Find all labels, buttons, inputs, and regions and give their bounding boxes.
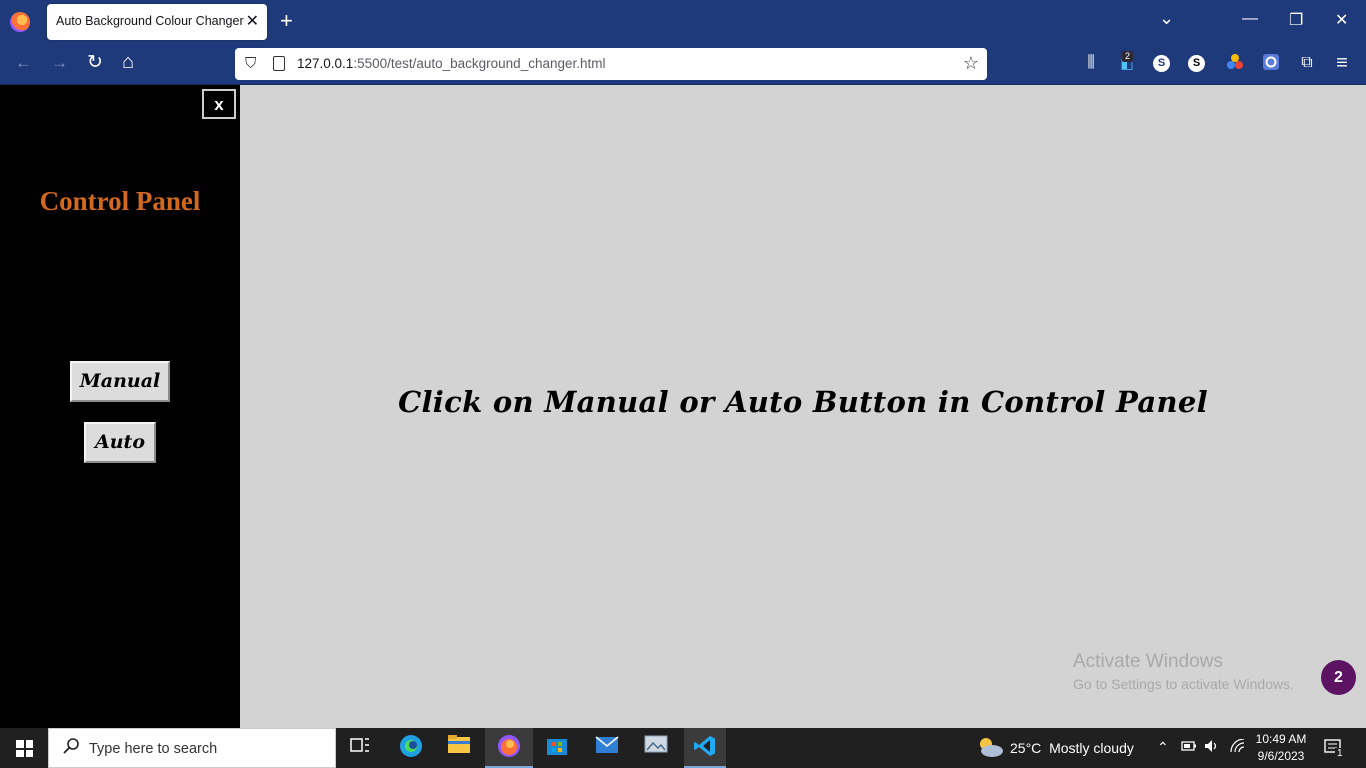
- windows-taskbar: Type here to search 25°C Mostly cloudy ⌃: [0, 728, 1366, 768]
- manual-button[interactable]: Manual: [70, 361, 170, 402]
- taskbar-search-box[interactable]: Type here to search: [48, 728, 336, 768]
- list-all-tabs-icon[interactable]: ⌄: [1159, 8, 1174, 29]
- wifi-icon[interactable]: [1230, 738, 1246, 756]
- windows-start-icon[interactable]: [16, 740, 33, 757]
- taskbar-item-vscode[interactable]: [684, 728, 726, 768]
- close-panel-button[interactable]: x: [202, 89, 236, 119]
- search-placeholder: Type here to search: [89, 741, 218, 757]
- extension-colorful-icon[interactable]: [1225, 53, 1245, 73]
- mail-icon[interactable]: [592, 734, 622, 762]
- close-window-button[interactable]: ✕: [1335, 10, 1348, 30]
- firefox-taskbar-icon: [494, 734, 524, 762]
- new-tab-button[interactable]: +: [280, 9, 293, 33]
- floating-count-badge[interactable]: 2: [1321, 660, 1356, 695]
- activate-windows-watermark: Activate Windows Go to Settings to activ…: [1073, 651, 1294, 692]
- vscode-icon: [690, 734, 720, 762]
- url-path: :5500/test/auto_background_changer.html: [353, 56, 606, 71]
- battery-icon[interactable]: [1181, 739, 1197, 756]
- restore-button[interactable]: ❐: [1289, 10, 1303, 30]
- taskbar-item-firefox[interactable]: [485, 728, 533, 768]
- auto-button[interactable]: Auto: [84, 422, 156, 463]
- extension-s-icon[interactable]: S: [1153, 55, 1170, 72]
- volume-icon[interactable]: [1204, 739, 1220, 756]
- activate-subtitle: Go to Settings to activate Windows.: [1073, 676, 1294, 692]
- url-host: 127.0.0.1: [297, 56, 354, 71]
- weather-temp: 25°C: [1010, 740, 1042, 756]
- control-panel-sidebar: x Control Panel Manual Auto: [0, 85, 240, 728]
- tab-title: Auto Background Colour Changer: [56, 14, 244, 28]
- show-hidden-icons-icon[interactable]: ⌃: [1157, 739, 1169, 756]
- task-view-icon[interactable]: [345, 734, 375, 762]
- url-text[interactable]: 127.0.0.1:5500/test/auto_background_chan…: [297, 56, 606, 71]
- bookmark-star-icon[interactable]: ☆: [963, 53, 979, 74]
- notification-count: 1: [1335, 748, 1345, 759]
- library-icon[interactable]: ⫼: [1081, 53, 1101, 73]
- instruction-message: Click on Manual or Auto Button in Contro…: [398, 385, 1208, 419]
- forward-arrow-icon[interactable]: →: [51, 53, 68, 73]
- reload-icon[interactable]: ↻: [87, 53, 103, 73]
- taskbar-clock[interactable]: 10:49 AM 9/6/2023: [1250, 731, 1312, 765]
- search-icon: [62, 737, 80, 760]
- home-icon[interactable]: ⌂: [122, 52, 134, 72]
- minimize-button[interactable]: —: [1242, 10, 1258, 28]
- edge-icon[interactable]: [396, 734, 426, 762]
- tab-close-icon[interactable]: ✕: [246, 11, 259, 31]
- activate-title: Activate Windows: [1073, 651, 1223, 672]
- firefox-logo-icon: [10, 12, 30, 32]
- clock-date: 9/6/2023: [1257, 749, 1305, 763]
- weather-description: Mostly cloudy: [1049, 740, 1134, 756]
- extension-grammar-icon[interactable]: [1261, 53, 1281, 73]
- panel-title: Control Panel: [39, 186, 201, 216]
- file-explorer-icon[interactable]: [444, 734, 474, 762]
- extensions-icon[interactable]: ⧉: [1297, 53, 1317, 73]
- extension-s-red-icon[interactable]: S: [1188, 55, 1205, 72]
- back-arrow-icon[interactable]: ←: [15, 53, 32, 73]
- main-content: Click on Manual or Auto Button in Contro…: [240, 85, 1366, 728]
- weather-widget[interactable]: 25°C Mostly cloudy: [1010, 740, 1134, 756]
- extension-badge: 2: [1122, 51, 1134, 62]
- weather-cloudy-icon[interactable]: [976, 736, 1004, 764]
- photos-icon[interactable]: [641, 734, 671, 762]
- page-info-icon[interactable]: [273, 56, 285, 71]
- menu-icon[interactable]: ≡: [1332, 53, 1352, 73]
- browser-nav-bar: ← → ↻ ⌂ ⛉ 127.0.0.1:5500/test/auto_backg…: [0, 44, 1366, 85]
- url-bar[interactable]: ⛉ 127.0.0.1:5500/test/auto_background_ch…: [235, 48, 987, 80]
- tab-active[interactable]: Auto Background Colour Changer ✕: [47, 4, 267, 40]
- tracking-shield-icon[interactable]: ⛉: [245, 55, 256, 72]
- microsoft-store-icon[interactable]: [542, 734, 572, 762]
- clock-time: 10:49 AM: [1255, 732, 1307, 746]
- browser-tab-bar: Auto Background Colour Changer ✕ + ⌄ — ❐…: [0, 0, 1366, 44]
